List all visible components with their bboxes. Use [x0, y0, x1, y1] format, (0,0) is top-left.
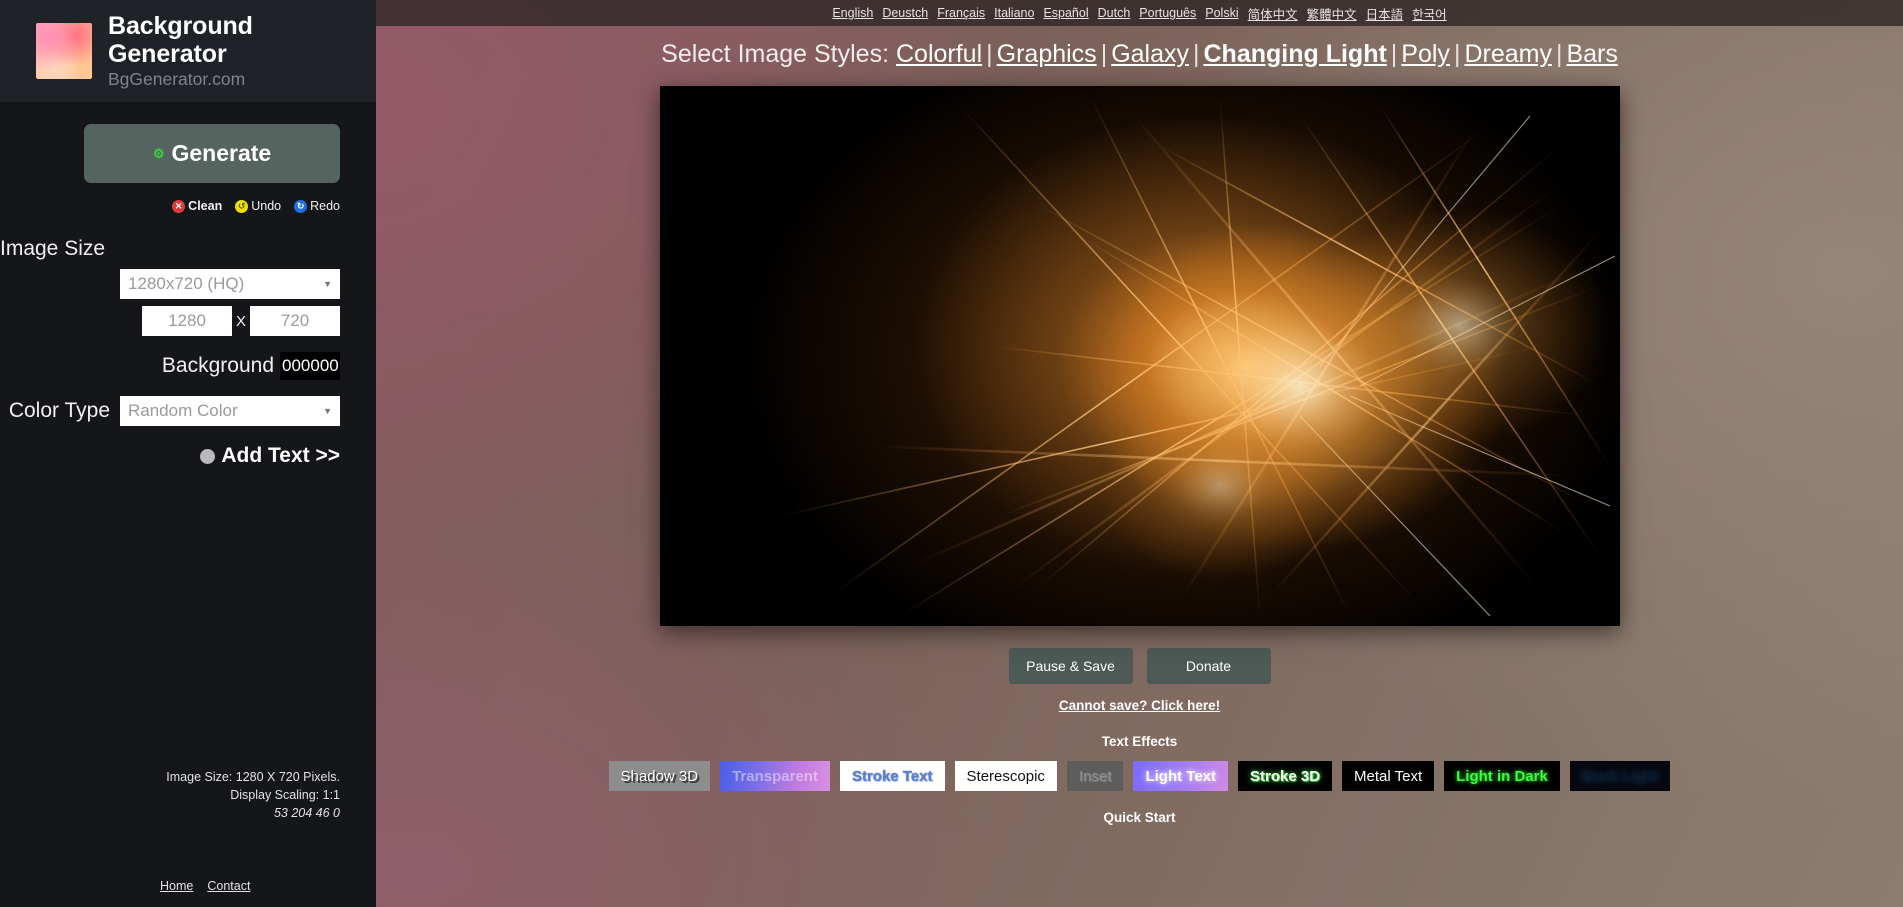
color-type-row: Color Type Random Color ▼: [0, 396, 376, 426]
history-actions: ✕ Clean ↺ Undo ↻ Redo: [0, 199, 376, 213]
text-effect-shadow-3d[interactable]: Shadow 3D: [608, 761, 711, 791]
style-separator: |: [1555, 40, 1563, 68]
style-links: Colorful | Graphics | Galaxy | Changing Light |…: [896, 40, 1618, 68]
add-text-icon: [200, 448, 216, 464]
undo-label: Undo: [251, 199, 282, 213]
cannot-save-link[interactable]: Cannot save? Click here!: [1059, 698, 1220, 713]
style-link-bars[interactable]: Bars: [1566, 40, 1617, 68]
language-link-8[interactable]: 简体中文: [1248, 4, 1298, 23]
canvas-actions: Pause & Save Donate: [376, 648, 1903, 684]
text-effect-sterescopic[interactable]: Sterescopic: [954, 761, 1057, 791]
page-root: English Deustch Français Italiano Español Dut…: [0, 0, 1903, 907]
text-effects-row: Shadow 3D Transparent Stroke Text Sterescop…: [376, 761, 1903, 791]
brand-text: Background Generator BgGenerator.com: [108, 12, 376, 90]
text-effect-inset[interactable]: Inset: [1066, 761, 1124, 791]
redo-label: Redo: [310, 199, 340, 213]
app-logo-icon: [36, 23, 92, 79]
text-effect-metal-text[interactable]: Metal Text: [1342, 761, 1435, 791]
language-link-9[interactable]: 繁體中文: [1307, 4, 1357, 23]
generate-button[interactable]: ⚙ Generate: [84, 124, 340, 183]
generated-image-canvas[interactable]: [659, 86, 1620, 626]
add-text-label: Add Text >>: [221, 444, 340, 467]
language-bar: English Deustch Français Italiano Español Dut…: [376, 0, 1903, 26]
style-link-poly[interactable]: Poly: [1401, 40, 1450, 68]
language-link-2[interactable]: Français: [937, 6, 985, 20]
quick-start-heading: Quick Start: [1103, 810, 1176, 825]
text-effect-light-text[interactable]: Light Text: [1133, 761, 1228, 791]
clean-label: Clean: [188, 199, 223, 213]
style-selector: Select Image Styles: Colorful | Graphics | G…: [376, 26, 1903, 69]
brand-header: Background Generator BgGenerator.com: [0, 0, 376, 102]
color-type-value: Random Color: [128, 401, 238, 420]
generate-button-label: Generate: [171, 140, 272, 166]
sidebar-footer: Home Contact: [0, 879, 376, 893]
main-content: Select Image Styles: Colorful | Graphics | G…: [376, 26, 1903, 907]
language-link-3[interactable]: Italiano: [994, 6, 1034, 20]
background-color-row: Background: [0, 352, 376, 380]
language-link-0[interactable]: English: [832, 6, 873, 20]
language-link-11[interactable]: 한국어: [1412, 4, 1447, 23]
text-effect-stroke-3d[interactable]: Stroke 3D: [1238, 761, 1333, 791]
style-separator: |: [1100, 40, 1108, 68]
language-link-6[interactable]: Português: [1139, 6, 1196, 20]
info-line-size: Image Size: 1280 X 720 Pixels.: [166, 770, 340, 784]
style-separator: |: [1390, 40, 1398, 68]
undo-button[interactable]: ↺ Undo: [235, 199, 281, 213]
language-link-10[interactable]: 日本語: [1366, 4, 1404, 23]
generated-image-art: [659, 86, 1620, 626]
height-input[interactable]: [250, 306, 340, 336]
info-line-scaling: Display Scaling: 1:1: [230, 788, 340, 803]
text-effect-transparent[interactable]: Transparent: [720, 761, 830, 791]
style-link-changing-light[interactable]: Changing Light: [1204, 40, 1387, 68]
color-type-label: Color Type: [8, 399, 110, 422]
text-effects-heading: Text Effects: [1101, 734, 1178, 749]
language-link-4[interactable]: Español: [1043, 6, 1088, 20]
sidebar: Background Generator BgGenerator.com ⚙ Ge…: [0, 0, 376, 907]
brand-subtitle: BgGenerator.com: [108, 69, 246, 90]
image-size-preset-value: 1280x720 (HQ): [128, 274, 245, 293]
style-link-galaxy[interactable]: Galaxy: [1111, 40, 1189, 68]
color-type-select[interactable]: Random Color ▼: [120, 396, 340, 426]
image-size-label: Image Size: [0, 237, 106, 260]
style-separator: |: [1193, 40, 1200, 68]
style-separator: |: [1453, 40, 1461, 68]
language-link-5[interactable]: Dutch: [1098, 6, 1131, 20]
chevron-down-icon: ▼: [323, 406, 332, 416]
style-link-dreamy[interactable]: Dreamy: [1464, 40, 1552, 68]
footer-link-contact[interactable]: Contact: [207, 879, 250, 893]
redo-button[interactable]: ↻ Redo: [294, 199, 340, 213]
clean-button[interactable]: ✕ Clean: [172, 199, 222, 213]
text-effect-light-in-dark[interactable]: Light in Dark: [1444, 761, 1560, 791]
close-circle-icon: ✕: [172, 199, 186, 213]
text-effect-back-light[interactable]: Back Light: [1569, 761, 1671, 791]
donate-button[interactable]: Donate: [1146, 648, 1271, 684]
style-selector-label: Select Image Styles:: [661, 40, 890, 68]
dimension-separator: X: [235, 312, 246, 330]
preset-select-wrap: 1280x720 (HQ) ▼: [0, 269, 376, 299]
chevron-down-icon: ▼: [323, 279, 332, 289]
image-size-info: Image Size: 1280 X 720 Pixels. Display S…: [0, 768, 340, 822]
add-text-button[interactable]: Add Text >>: [0, 444, 376, 468]
footer-link-home[interactable]: Home: [160, 879, 193, 893]
style-link-colorful[interactable]: Colorful: [896, 40, 982, 68]
redo-circle-icon: ↻: [294, 199, 308, 213]
background-label: Background: [161, 354, 274, 377]
info-line-coords: 53 204 46 0: [273, 806, 340, 821]
language-link-7[interactable]: Polski: [1205, 6, 1238, 20]
style-link-graphics[interactable]: Graphics: [997, 40, 1097, 68]
width-input[interactable]: [142, 306, 232, 336]
style-separator: |: [986, 40, 993, 68]
text-effect-stroke-text[interactable]: Stroke Text: [839, 761, 945, 791]
background-hex-input[interactable]: [280, 352, 340, 380]
dimensions-row: X: [0, 306, 376, 336]
cannot-save-row: Cannot save? Click here!: [376, 697, 1903, 715]
image-size-preset-select[interactable]: 1280x720 (HQ) ▼: [120, 269, 340, 299]
undo-circle-icon: ↺: [235, 199, 249, 213]
page-title: Background Generator: [108, 12, 253, 69]
pause-save-button[interactable]: Pause & Save: [1008, 648, 1133, 684]
light-rays-svg: [779, 95, 1615, 617]
language-link-1[interactable]: Deustch: [882, 6, 928, 20]
gear-icon: ⚙: [152, 146, 165, 161]
